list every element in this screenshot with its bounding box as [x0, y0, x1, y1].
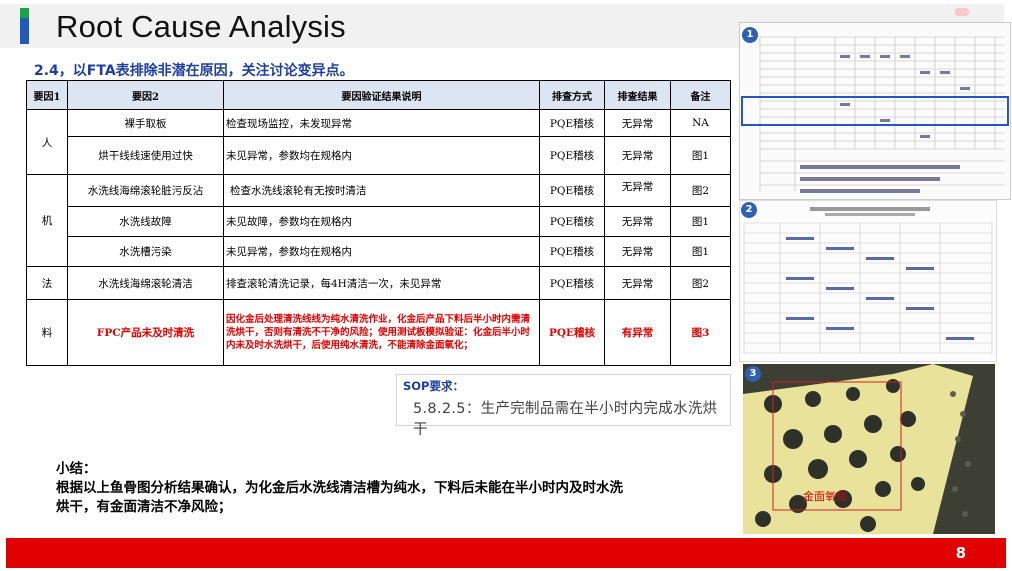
figure-badge-1: 1: [742, 27, 758, 43]
header-method: 排查方式: [539, 80, 605, 110]
header-factor2: 要因2: [67, 80, 224, 110]
table-row: 机 水洗线海绵滚轮脏污反沾 检查水洗线滚轮有无按时清洁 PQE稽核 无异常 图2: [26, 174, 731, 267]
note-cell: 图2: [670, 266, 731, 300]
result-cell: 无异常: [604, 236, 671, 267]
detail-cell: 未见故障，参数均在规格内: [223, 206, 540, 237]
category-cell: 机: [26, 174, 68, 267]
footer-bar: 8: [6, 538, 1006, 568]
summary-heading: 小结：: [56, 461, 97, 477]
figure-2-cleaning-record: 2: [739, 200, 997, 362]
table-row: 水洗线故障 未见故障，参数均在规格内 PQE稽核 无异常 图1: [27, 206, 731, 237]
header-note: 备注: [670, 80, 731, 110]
detail-cell: 检查水洗线滚轮有无按时清洁: [223, 174, 540, 207]
header-factor1: 要因1: [26, 80, 68, 110]
summary-text: 根据以上鱼骨图分析结果确认，为化金后水洗线清洁槽为纯水，下料后未能在半小时内及时…: [56, 480, 623, 515]
factor-cell: 烘干线线速使用过快: [67, 136, 224, 175]
method-cell: PQE稽核: [539, 174, 605, 207]
record-sheet-image: [741, 36, 1009, 193]
category-cell: 人: [26, 109, 68, 175]
result-cell: 无异常: [604, 206, 671, 237]
sop-label: SOP要求：: [403, 379, 464, 393]
figure-1-record-sheet: 1: [739, 22, 1011, 200]
result-cell: 有异常: [604, 299, 671, 366]
method-cell: PQE稽核: [539, 236, 605, 267]
detail-cell: 检查现场监控，未发现异常: [223, 109, 540, 137]
result-cell: 无异常: [604, 266, 671, 300]
table-header-row: 要因1 要因2 要因验证结果说明 排查方式 排查结果 备注: [26, 80, 731, 110]
oxidation-label: 金面氧化: [803, 490, 847, 503]
detail-cell: 排查滚轮清洗记录，每4H清洁一次，未见异常: [223, 266, 540, 300]
detail-cell: 未见异常，参数均在规格内: [223, 236, 540, 267]
oxidation-photo-image: [743, 364, 973, 534]
detail-cell: 因化金后处理清洗线线为纯水清洗作业，化金后产品下料后半小时内需清洗烘干，否则有清…: [223, 299, 540, 366]
factor-cell: 水洗线海绵滚轮清洁: [67, 266, 224, 300]
table-row: 人 裸手取板 检查现场监控，未发现异常 PQE稽核 无异常 NA: [26, 109, 731, 175]
table-row-abnormal: 料 FPC产品未及时清洗 因化金后处理清洗线线为纯水清洗作业，化金后产品下料后半…: [26, 299, 731, 366]
note-cell: 图1: [670, 136, 731, 175]
note-cell: 图2: [670, 174, 731, 207]
detail-cell: 未见异常，参数均在规格内: [223, 136, 540, 175]
factor-cell: 水洗线故障: [67, 206, 224, 237]
table-row: 法 水洗线海绵滚轮清洁 排查滚轮清洗记录，每4H清洁一次，未见异常 PQE稽核 …: [26, 266, 731, 300]
sop-box: SOP要求： 5.8.2.5：生产完制品需在半小时内完成水洗烘干: [396, 374, 731, 438]
note-cell: 图1: [670, 236, 731, 267]
fta-table: 要因1 要因2 要因验证结果说明 排查方式 排查结果 备注 人 裸手取板 检查现…: [26, 80, 731, 366]
method-cell: PQE稽核: [539, 299, 605, 366]
category-cell: 法: [26, 266, 68, 300]
figure-badge-2: 2: [741, 202, 757, 218]
method-cell: PQE稽核: [539, 206, 605, 237]
table-row: 烘干线线速使用过快 未见异常，参数均在规格内 PQE稽核 无异常 图1: [27, 136, 731, 175]
corner-mark: [955, 8, 969, 16]
figure-3-oxidation-photo: 3 金面氧化: [743, 364, 995, 534]
table-row: 水洗槽污染 未见异常，参数均在规格内 PQE稽核 无异常 图1: [27, 236, 731, 267]
figure-badge-3: 3: [745, 366, 761, 382]
result-cell: 无异常: [604, 174, 671, 207]
note-cell: 图3: [670, 299, 731, 366]
method-cell: PQE稽核: [539, 136, 605, 175]
category-cell: 料: [26, 299, 68, 366]
header-result: 排查结果: [604, 80, 671, 110]
method-cell: PQE稽核: [539, 266, 605, 300]
factor-cell: 水洗槽污染: [67, 236, 224, 267]
title-accent-top: [20, 8, 29, 18]
summary: 小结： 根据以上鱼骨图分析结果确认，为化金后水洗线清洁槽为纯水，下料后未能在半小…: [56, 460, 636, 517]
section-subtitle: 2.4，以FTA表排除非潜在原因，关注讨论变异点。: [34, 63, 354, 79]
note-cell: NA: [670, 109, 731, 137]
page-title: Root Cause Analysis: [56, 9, 346, 44]
result-cell: 无异常: [604, 109, 671, 137]
page-number: 8: [955, 544, 966, 562]
sop-text: 5.8.2.5：生产完制品需在半小时内完成水洗烘干: [413, 401, 718, 438]
result-cell: 无异常: [604, 136, 671, 175]
note-cell: 图1: [670, 206, 731, 237]
header-verification: 要因验证结果说明: [223, 80, 540, 110]
factor-cell: FPC产品未及时清洗: [67, 299, 224, 366]
cleaning-record-image: [743, 207, 993, 354]
method-cell: PQE稽核: [539, 109, 605, 137]
factor-cell: 裸手取板: [67, 109, 224, 137]
factor-cell: 水洗线海绵滚轮脏污反沾: [67, 174, 224, 207]
